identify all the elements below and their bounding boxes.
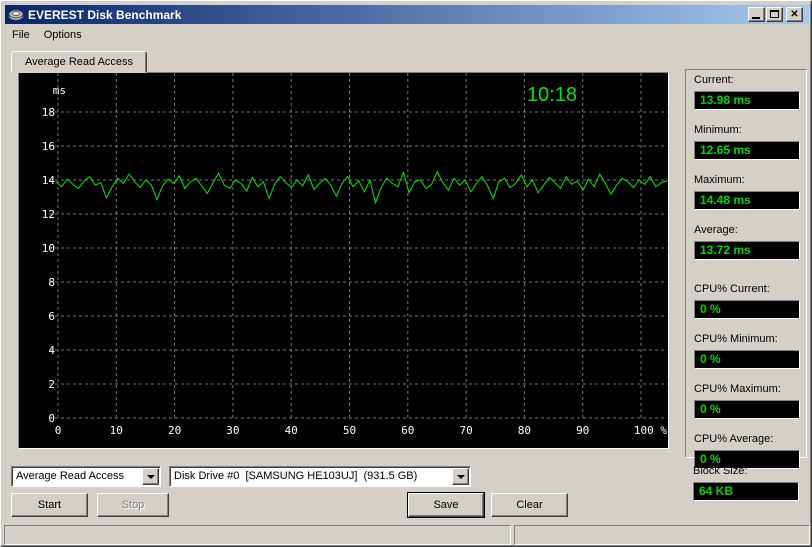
stat-value: 13.72 ms: [694, 241, 800, 260]
stat-value: 0 %: [694, 350, 800, 369]
x-tick-label: 90: [576, 424, 589, 437]
x-tick-label: 40: [285, 424, 298, 437]
block-size-value: 64 KB: [693, 482, 799, 501]
stat-label: CPU% Average:: [694, 433, 774, 445]
close-icon: ✕: [790, 9, 799, 20]
chevron-down-icon: [456, 474, 465, 479]
stat-label: Average:: [694, 224, 738, 236]
stat-group: Average: 13.72 ms: [694, 224, 806, 260]
drive-select-dropdown-button[interactable]: [452, 468, 469, 485]
menu-item-file[interactable]: File: [5, 27, 37, 43]
x-tick-label: 30: [226, 424, 239, 437]
stat-value: 0 %: [694, 400, 800, 419]
block-size-group: Block Size: 64 KB: [685, 465, 807, 501]
minimize-button[interactable]: [748, 7, 765, 22]
y-tick-label: 8: [48, 276, 55, 289]
y-tick-label: 16: [42, 140, 55, 153]
stat-label: Minimum:: [694, 124, 742, 136]
menu-item-options[interactable]: Options: [37, 27, 89, 43]
maximize-button[interactable]: [766, 7, 783, 22]
x-tick-label: 80: [518, 424, 531, 437]
title-bar[interactable]: EVEREST Disk Benchmark ✕: [5, 5, 809, 24]
stat-group: Maximum: 14.48 ms: [694, 174, 806, 210]
stat-group: CPU% Maximum: 0 %: [694, 383, 806, 419]
stat-group: CPU% Average: 0 %: [694, 433, 806, 469]
maximize-icon: [770, 10, 779, 18]
y-tick-label: 18: [42, 106, 55, 119]
stat-group: Current: 13.98 ms: [694, 74, 806, 110]
chevron-down-icon: [146, 474, 155, 479]
menu-bar: File Options: [5, 25, 809, 44]
save-button[interactable]: Save: [408, 493, 484, 517]
series-line: [55, 170, 668, 205]
y-tick-label: 12: [42, 208, 55, 221]
status-panel-right: [514, 525, 810, 545]
stat-value: 13.98 ms: [694, 91, 800, 110]
drive-select-value: Disk Drive #0 [SAMSUNG HE103UJ] (931.5 G…: [174, 470, 418, 482]
close-button[interactable]: ✕: [786, 7, 803, 22]
drive-select[interactable]: Disk Drive #0 [SAMSUNG HE103UJ] (931.5 G…: [169, 466, 471, 487]
y-tick-label: 6: [48, 310, 55, 323]
status-panel-left: [4, 525, 511, 545]
stat-label: CPU% Minimum:: [694, 333, 778, 345]
y-tick-label: 10: [42, 242, 55, 255]
benchmark-type-value: Average Read Access: [16, 470, 125, 482]
y-tick-label: 14: [42, 174, 56, 187]
tab-average-read-access[interactable]: Average Read Access: [11, 51, 148, 73]
tab-label: Average Read Access: [25, 56, 134, 68]
x-tick-label: 50: [343, 424, 356, 437]
stat-group: CPU% Minimum: 0 %: [694, 333, 806, 369]
x-tick-label: 60: [401, 424, 414, 437]
stat-label: CPU% Current:: [694, 283, 770, 295]
stat-label: CPU% Maximum:: [694, 383, 781, 395]
chart-time-label: 10:18: [527, 84, 577, 106]
x-tick-label: 10: [110, 424, 123, 437]
benchmark-type-select[interactable]: Average Read Access: [11, 466, 161, 487]
x-tick-label: 20: [168, 424, 181, 437]
start-button[interactable]: Start: [11, 493, 88, 517]
stat-value: 12.65 ms: [694, 141, 800, 160]
stat-value: 0 %: [694, 300, 800, 319]
x-tick-label: 100 %: [634, 424, 667, 437]
clear-button[interactable]: Clear: [491, 493, 568, 517]
x-tick-label: 70: [459, 424, 472, 437]
stat-group: CPU% Current: 0 %: [694, 283, 806, 319]
benchmark-type-dropdown-button[interactable]: [142, 468, 159, 485]
stat-label: Maximum:: [694, 174, 745, 186]
y-tick-label: 4: [48, 344, 55, 357]
stat-group: Minimum: 12.65 ms: [694, 124, 806, 160]
x-tick-label: 0: [55, 424, 62, 437]
app-icon: [8, 9, 24, 20]
stat-label: Current:: [694, 74, 734, 86]
stop-button[interactable]: Stop: [97, 493, 169, 517]
benchmark-chart-svg: ms1816141210864200 10 20 30 40 50 60 70 80 90 100 …: [42, 73, 668, 437]
minimize-icon: [752, 17, 760, 19]
stat-value: 14.48 ms: [694, 191, 800, 210]
y-tick-label: 2: [48, 378, 55, 391]
block-size-label: Block Size:: [693, 465, 748, 477]
window-title: EVEREST Disk Benchmark: [28, 7, 182, 22]
chart-panel: ms 18 16 14 12 10 8 6 4 2 0 0 10 20 30 40 50 60 70 80 90 100 …: [18, 72, 669, 449]
everest-benchmark-window: EVEREST Disk Benchmark ✕ File Options Av…: [0, 0, 812, 547]
stats-panel: Current: 13.98 ms Minimum: 12.65 ms Maximum:…: [685, 69, 807, 469]
chart-unit-label: ms: [53, 84, 66, 97]
